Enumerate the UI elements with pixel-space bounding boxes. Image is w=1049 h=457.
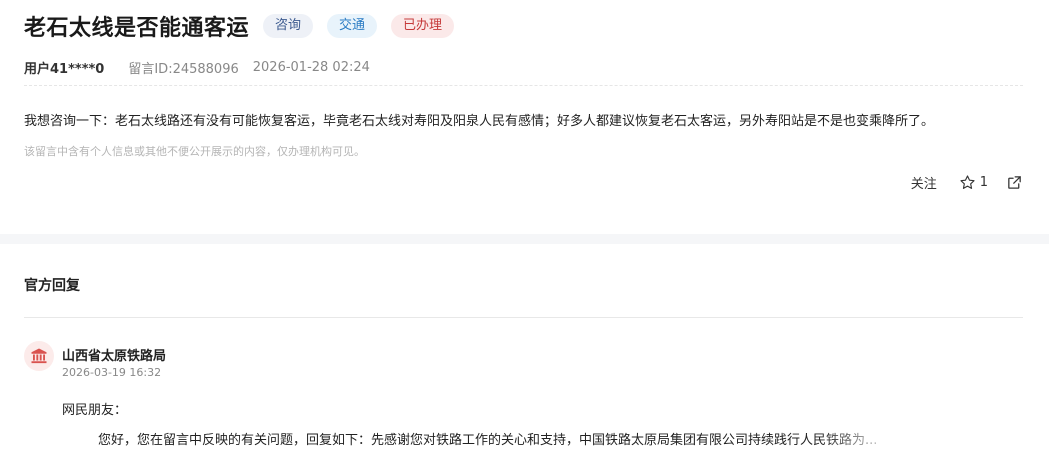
star-icon <box>960 175 975 189</box>
reply-divider <box>24 317 1023 318</box>
message-title: 老石太线是否能通客运 <box>24 16 250 41</box>
section-gap <box>0 234 1049 244</box>
title-row: 老石太线是否能通客运 咨询 交通 已办理 <box>24 10 455 42</box>
message-card: 老石太线是否能通客运 咨询 交通 已办理 用户41****0 留言ID:2458… <box>0 0 1049 234</box>
message-content: 我想咨询一下：老石太线路还有没有可能恢复客运，毕竟老石太线对寿阳及阳泉人民有感情… <box>24 114 935 129</box>
star-button[interactable]: 1 <box>959 174 988 191</box>
star-count: 1 <box>979 175 988 190</box>
message-id: 留言ID:24588096 <box>128 62 239 77</box>
reply-datetime: 2026-03-19 16:32 <box>62 366 162 379</box>
official-reply-section: 官方回复 山西省太原铁路局 2026-03-19 16:32 网民朋友： 您好，… <box>0 244 1049 457</box>
privacy-notice: 该留言中含有个人信息或其他不便公开展示的内容，仅办理机构可见。 <box>24 145 365 158</box>
tag-traffic[interactable]: 交通 <box>327 14 378 38</box>
divider <box>24 85 1023 86</box>
status-badge: 已办理 <box>391 14 455 38</box>
government-building-icon <box>24 341 54 371</box>
reply-body: 您好，您在留言中反映的有关问题，回复如下：先感谢您对铁路工作的关心和支持，中国铁… <box>98 433 878 448</box>
share-button[interactable] <box>1006 174 1023 191</box>
message-meta: 用户41****0 留言ID:24588096 2026-01-28 02:24 <box>24 58 370 77</box>
user-name: 用户41****0 <box>24 62 105 77</box>
reply-heading: 官方回复 <box>24 278 80 294</box>
tag-consult[interactable]: 咨询 <box>263 14 314 38</box>
follow-button[interactable]: 关注 <box>911 173 937 192</box>
message-datetime: 2026-01-28 02:24 <box>252 60 370 75</box>
share-icon <box>1008 176 1021 189</box>
message-actions: 关注 1 <box>911 173 1023 192</box>
reply-greeting: 网民朋友： <box>62 403 128 418</box>
org-name: 山西省太原铁路局 <box>62 349 167 364</box>
text-fade <box>820 422 900 452</box>
